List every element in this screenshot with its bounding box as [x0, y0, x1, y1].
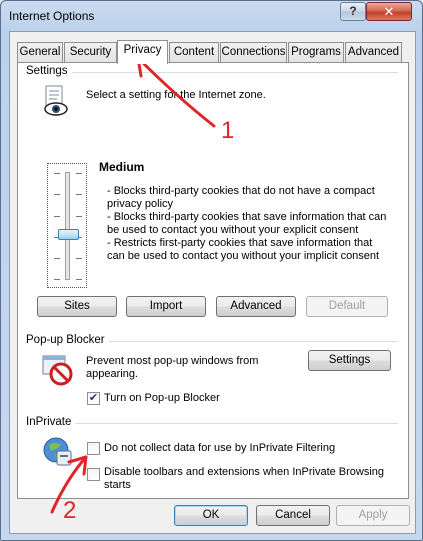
arrow-1-shaft	[136, 56, 216, 128]
annotation-arrows	[50, 56, 216, 514]
annotation-marker-2: 2	[63, 497, 77, 524]
annotation-marker-1: 1	[221, 117, 235, 144]
tab-privacy[interactable]: Privacy	[117, 40, 168, 64]
